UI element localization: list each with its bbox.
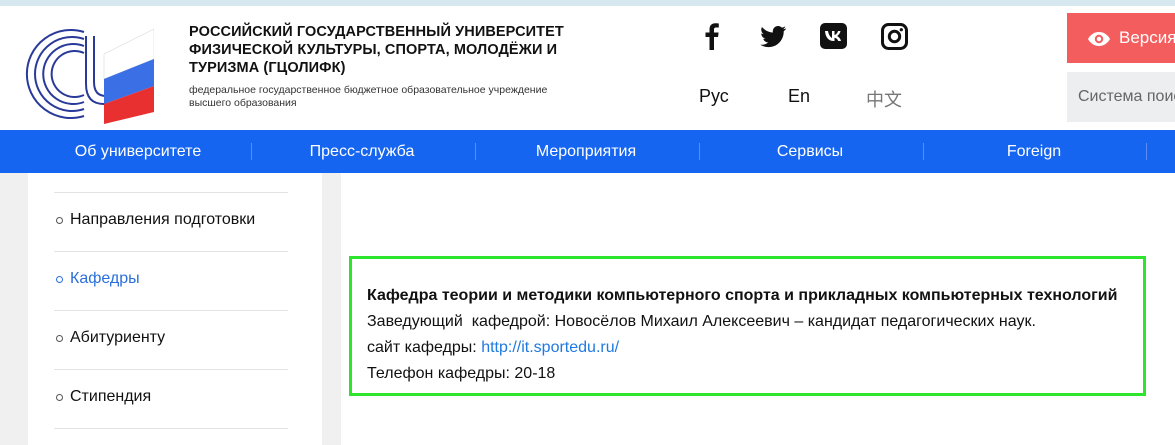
sidebar-item-label: Абитуриенту (70, 329, 166, 346)
site-label: сайт кафедры: (367, 339, 482, 356)
university-subtitle: федеральное государственное бюджетное об… (189, 84, 548, 109)
sidebar-item-scholarship[interactable]: Стипендия (54, 369, 288, 428)
vk-icon[interactable] (820, 22, 847, 50)
nav-item-about[interactable]: Об университете (27, 130, 249, 173)
department-phone: Телефон кафедры: 20-18 (367, 365, 556, 382)
twitter-icon[interactable] (759, 22, 787, 50)
sidebar-item-label: Направления подготовки (70, 211, 256, 228)
bullet-icon (56, 217, 63, 224)
facebook-icon[interactable] (702, 22, 722, 50)
nav-item-services[interactable]: Сервисы (699, 130, 921, 173)
department-info: Кафедра теории и методики компьютерного … (367, 283, 1117, 387)
sidebar-item-label: Кафедры (70, 270, 140, 287)
main-nav: Об университете Пресс-служба Мероприятия… (0, 130, 1175, 173)
department-card: Кафедра теории и методики компьютерного … (349, 256, 1146, 396)
accessibility-version-label: Версия для слабовидящих (1119, 28, 1175, 47)
sidebar-item-programs[interactable]: Направления подготовки (54, 192, 288, 251)
university-name: РОССИЙСКИЙ ГОСУДАРСТВЕННЫЙ УНИВЕРСИТЕТ Ф… (189, 24, 564, 76)
site-header: РОССИЙСКИЙ ГОСУДАРСТВЕННЫЙ УНИВЕРСИТЕТ Ф… (0, 6, 1175, 130)
bullet-icon (56, 335, 63, 342)
bullet-icon (56, 276, 63, 283)
nav-item-press[interactable]: Пресс-служба (251, 130, 473, 173)
nav-item-events[interactable]: Мероприятия (475, 130, 697, 173)
search-input[interactable] (1067, 72, 1175, 122)
sidebar: Направления подготовки Кафедры Абитуриен… (28, 173, 322, 445)
nav-item-foreign[interactable]: Foreign (923, 130, 1145, 173)
eye-icon (1088, 31, 1110, 46)
department-site: сайт кафедры: http://it.sportedu.ru/ (367, 335, 1117, 361)
sidebar-item-departments[interactable]: Кафедры (54, 251, 288, 310)
department-title: Кафедра теории и методики компьютерного … (367, 287, 1118, 304)
sidebar-item-label: Стипендия (70, 388, 152, 405)
sidebar-item-applicants[interactable]: Абитуриенту (54, 310, 288, 369)
lang-ru[interactable]: Рус (699, 86, 729, 107)
instagram-icon[interactable] (881, 22, 908, 50)
department-head: Заведующий кафедрой: Новосёлов Михаил Ал… (367, 313, 1036, 330)
department-site-link[interactable]: http://it.sportedu.ru/ (481, 339, 619, 356)
sidebar-divider (54, 428, 288, 445)
accessibility-version-button[interactable]: Версия для слабовидящих (1067, 13, 1175, 63)
university-logo[interactable] (24, 24, 154, 124)
nav-separator (1146, 143, 1147, 160)
lang-en[interactable]: En (788, 86, 810, 107)
bullet-icon (56, 394, 63, 401)
lang-zh[interactable]: 中文 (866, 86, 902, 112)
